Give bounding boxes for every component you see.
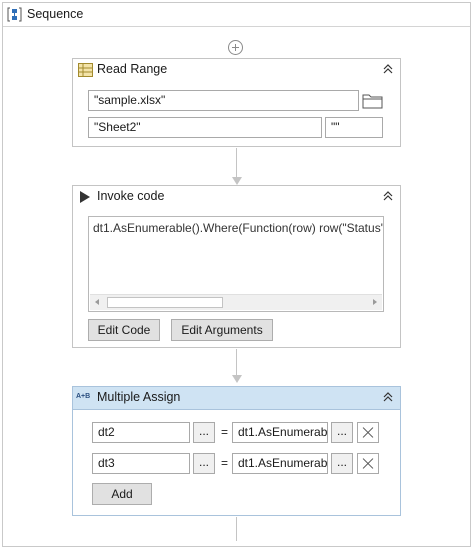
connector-line [236, 517, 237, 541]
assign-value-browse-button[interactable]: ... [331, 453, 353, 474]
edit-code-button[interactable]: Edit Code [88, 319, 160, 341]
assign-value-input[interactable]: dt1.AsEnumerabl [232, 422, 328, 443]
collapse-icon[interactable] [382, 63, 394, 75]
folder-icon[interactable] [362, 92, 383, 109]
horizontal-scrollbar[interactable] [90, 294, 382, 310]
assign-icon: A+B [76, 393, 91, 400]
code-text: dt1.AsEnumerable().Where(Function(row) r… [93, 221, 383, 235]
assign-to-input[interactable]: dt3 [92, 453, 190, 474]
scroll-right-icon[interactable] [373, 299, 377, 305]
invoke-code-header[interactable]: Invoke code [73, 186, 400, 208]
multiple-assign-header[interactable]: A+B Multiple Assign [73, 387, 400, 410]
sequence-title: Sequence [27, 7, 84, 21]
invoke-code-activity[interactable]: Invoke code dt1.AsEnumerable().Where(Fun… [72, 185, 401, 348]
equals-sign: = [221, 456, 229, 470]
connector-arrow [232, 177, 242, 185]
edit-arguments-button[interactable]: Edit Arguments [171, 319, 273, 341]
equals-sign: = [221, 425, 229, 439]
add-row-button[interactable]: Add [92, 483, 152, 505]
connector-line [236, 349, 237, 376]
invoke-code-title: Invoke code [97, 189, 165, 203]
collapse-icon[interactable] [382, 190, 394, 202]
sequence-icon [7, 7, 22, 22]
read-range-title: Read Range [97, 62, 168, 76]
scroll-thumb[interactable] [107, 297, 223, 308]
sequence-header[interactable]: Sequence [3, 3, 470, 27]
remove-row-icon[interactable] [357, 422, 379, 443]
assign-to-browse-button[interactable]: ... [193, 453, 215, 474]
multiple-assign-activity[interactable]: A+B Multiple Assign dt2 ... = dt1.AsEnum… [72, 386, 401, 516]
read-range-activity[interactable]: Read Range "sample.xlsx" "Sheet2" "" [72, 58, 401, 147]
scroll-left-icon[interactable] [95, 299, 99, 305]
connector-line [236, 148, 237, 178]
connector-arrow [232, 375, 242, 383]
excel-read-icon [78, 63, 93, 77]
play-icon [80, 191, 90, 203]
assign-to-input[interactable]: dt2 [92, 422, 190, 443]
assign-value-browse-button[interactable]: ... [331, 422, 353, 443]
workbook-path-input[interactable]: "sample.xlsx" [88, 90, 359, 111]
read-range-header[interactable]: Read Range [73, 59, 400, 81]
sheet-name-input[interactable]: "Sheet2" [88, 117, 322, 138]
multiple-assign-title: Multiple Assign [97, 390, 181, 404]
assign-to-browse-button[interactable]: ... [193, 422, 215, 443]
code-editor[interactable]: dt1.AsEnumerable().Where(Function(row) r… [88, 216, 384, 312]
range-input[interactable]: "" [325, 117, 383, 138]
assign-value-input[interactable]: dt1.AsEnumerabl [232, 453, 328, 474]
collapse-icon[interactable] [382, 391, 394, 403]
remove-row-icon[interactable] [357, 453, 379, 474]
add-activity-icon[interactable] [228, 40, 243, 55]
